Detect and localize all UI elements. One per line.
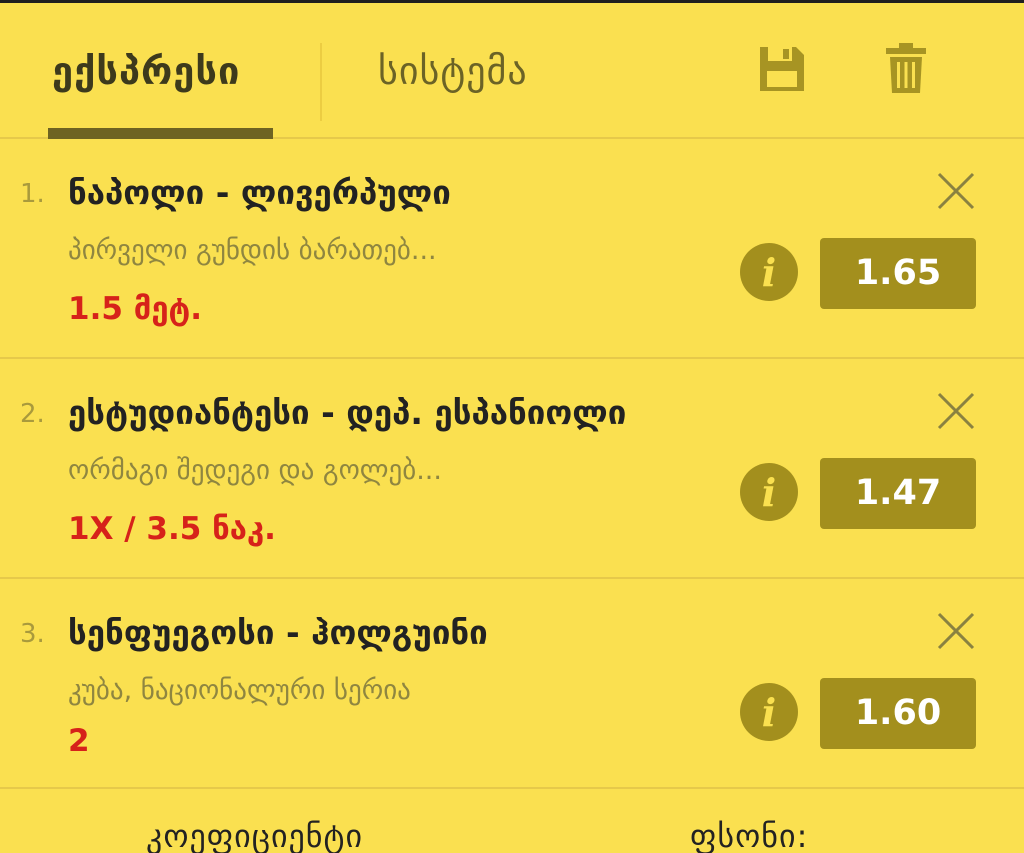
bet-match-title: ესტუდიანტესი - დეპ. ესპანიოლი xyxy=(68,393,627,432)
tab-express[interactable]: ექსპრესი xyxy=(52,43,240,99)
bet-row: 3. სენფუეგოსი - ჰოლგუინი კუბა, ნაციონალუ… xyxy=(0,579,1024,789)
bet-match-title: ნაპოლი - ლივერპული xyxy=(68,173,451,212)
info-icon[interactable]: i xyxy=(740,463,798,521)
svg-text:i: i xyxy=(762,690,776,735)
odds-button[interactable]: 1.60 xyxy=(820,678,976,749)
betslip-screen: ექსპრესი სისტემა 1. ნაპოლი - ლივერპული პ… xyxy=(0,0,1024,853)
bet-selection: 2 xyxy=(68,723,90,759)
bet-index: 3. xyxy=(20,619,45,649)
active-tab-indicator xyxy=(48,128,273,139)
bet-index: 1. xyxy=(20,179,45,209)
odds-button[interactable]: 1.65 xyxy=(820,238,976,309)
save-icon[interactable] xyxy=(758,45,806,93)
close-icon[interactable] xyxy=(936,171,976,211)
odds-button[interactable]: 1.47 xyxy=(820,458,976,529)
tab-divider xyxy=(320,43,322,121)
coefficient-label: კოეფიციენტი xyxy=(146,817,364,853)
bet-market: კუბა, ნაციონალური სერია xyxy=(68,675,411,706)
svg-text:i: i xyxy=(762,250,776,295)
info-icon[interactable]: i xyxy=(740,683,798,741)
info-icon[interactable]: i xyxy=(740,243,798,301)
bet-row: 1. ნაპოლი - ლივერპული პირველი გუნდის ბარ… xyxy=(0,139,1024,359)
bet-index: 2. xyxy=(20,399,45,429)
tab-system[interactable]: სისტემა xyxy=(378,43,528,99)
bet-market: ორმაგი შედეგი და გოლებ... xyxy=(68,455,442,486)
close-icon[interactable] xyxy=(936,611,976,651)
betslip-header: ექსპრესი სისტემა xyxy=(0,3,1024,139)
bet-match-title: სენფუეგოსი - ჰოლგუინი xyxy=(68,613,488,652)
close-icon[interactable] xyxy=(936,391,976,431)
bet-selection: 1.5 მეტ. xyxy=(68,291,203,327)
bet-selection: 1X / 3.5 ნაკ. xyxy=(68,511,276,547)
trash-icon[interactable] xyxy=(886,43,926,93)
bet-row: 2. ესტუდიანტესი - დეპ. ესპანიოლი ორმაგი … xyxy=(0,359,1024,579)
bet-market: პირველი გუნდის ბარათებ... xyxy=(68,235,437,266)
svg-text:i: i xyxy=(762,470,776,515)
stake-label: ფსონი: xyxy=(690,817,809,853)
